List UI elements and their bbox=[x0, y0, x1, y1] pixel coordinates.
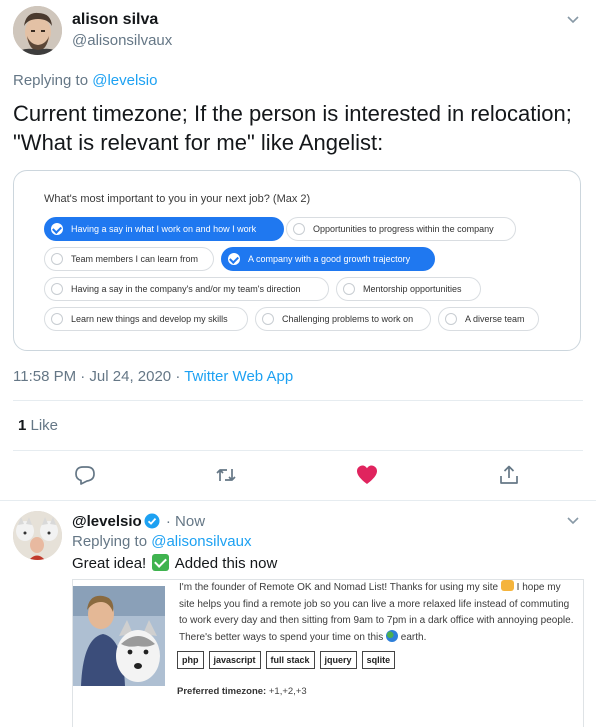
preferred-timezone: Preferred timezone: +1,+2,+3 bbox=[177, 686, 307, 697]
like-icon[interactable] bbox=[356, 464, 378, 486]
tag: php bbox=[177, 651, 204, 669]
card-question: What's most important to you in your nex… bbox=[44, 193, 311, 205]
option-label: Challenging problems to work on bbox=[282, 314, 414, 324]
option-label: Mentorship opportunities bbox=[363, 284, 462, 294]
main-tweet: alison silva @alisonsilvaux Replying to … bbox=[0, 0, 596, 500]
option-pill: A diverse team bbox=[438, 307, 539, 331]
option-label: Opportunities to progress within the com… bbox=[313, 224, 494, 234]
time-text[interactable]: 11:58 PM · Jul 24, 2020 · bbox=[13, 368, 184, 385]
avatar[interactable] bbox=[13, 6, 62, 55]
option-label: Learn new things and develop my skills bbox=[71, 314, 228, 324]
tweet-text: Current timezone; If the person is inter… bbox=[13, 101, 572, 155]
option-pill: A company with a good growth trajectory bbox=[221, 247, 435, 271]
tag-list: php javascript full stack jquery sqlite bbox=[177, 650, 400, 669]
divider bbox=[13, 400, 583, 401]
like-label: Like bbox=[26, 417, 59, 434]
option-pill: Opportunities to progress within the com… bbox=[286, 217, 516, 241]
reply-header: @levelsio · Now bbox=[72, 513, 205, 530]
source-app-link[interactable]: Twitter Web App bbox=[184, 368, 293, 385]
replying-to: Replying to @alisonsilvaux bbox=[72, 533, 252, 550]
option-pill: Challenging problems to work on bbox=[255, 307, 431, 331]
radio-icon bbox=[445, 313, 457, 325]
timestamp: 11:58 PM · Jul 24, 2020 · Twitter Web Ap… bbox=[13, 368, 293, 385]
verified-badge-icon bbox=[144, 513, 160, 529]
globe-emoji-icon bbox=[386, 629, 399, 642]
mention-link[interactable]: @alisonsilvaux bbox=[151, 533, 251, 550]
option-label: A company with a good growth trajectory bbox=[248, 254, 411, 264]
hand-emoji-icon bbox=[500, 580, 514, 591]
check-mark-icon bbox=[152, 554, 170, 571]
option-label: Team members I can learn from bbox=[71, 254, 199, 264]
tag: javascript bbox=[208, 651, 261, 669]
text-after: Added this now bbox=[171, 555, 278, 572]
option-pill: Learn new things and develop my skills bbox=[44, 307, 248, 331]
tweet-text: Great idea! Added this now bbox=[72, 554, 277, 572]
radio-icon bbox=[51, 283, 63, 295]
radio-icon bbox=[51, 253, 63, 265]
radio-icon bbox=[262, 313, 274, 325]
bio-text: I'm the founder of Remote OK and Nomad L… bbox=[179, 580, 575, 646]
reply-tweet: @levelsio · Now Replying to @alisonsilva… bbox=[0, 501, 596, 727]
replying-prefix: Replying to bbox=[72, 533, 152, 550]
bio-part: I'm the founder of Remote OK and Nomad L… bbox=[179, 582, 501, 593]
profile-photo bbox=[73, 586, 165, 686]
option-label: Having a say in the company's and/or my … bbox=[71, 284, 301, 294]
chevron-down-icon[interactable] bbox=[566, 513, 580, 527]
bio-part: earth. bbox=[398, 631, 427, 643]
author-name[interactable]: @levelsio bbox=[72, 513, 142, 530]
like-count[interactable]: 1 Like bbox=[18, 417, 58, 434]
option-label: Having a say in what I work on and how I… bbox=[71, 224, 257, 234]
option-pill: Team members I can learn from bbox=[44, 247, 214, 271]
reply-icon[interactable] bbox=[74, 464, 96, 486]
tag: full stack bbox=[265, 651, 315, 669]
replying-to: Replying to @levelsio bbox=[13, 72, 157, 89]
radio-icon bbox=[293, 223, 305, 235]
embedded-image[interactable]: What's most important to you in your nex… bbox=[13, 170, 581, 351]
text-before: Great idea! bbox=[72, 555, 151, 572]
radio-icon bbox=[343, 283, 355, 295]
tag: sqlite bbox=[361, 651, 396, 669]
embedded-image[interactable]: I'm the founder of Remote OK and Nomad L… bbox=[72, 579, 584, 727]
mention-link[interactable]: @levelsio bbox=[92, 72, 157, 89]
time-text[interactable]: Now bbox=[175, 513, 205, 530]
check-icon bbox=[228, 253, 240, 265]
author-name[interactable]: alison silva bbox=[72, 11, 158, 29]
separator: · bbox=[161, 513, 176, 530]
radio-icon bbox=[51, 313, 63, 325]
divider bbox=[13, 450, 583, 451]
tag: jquery bbox=[319, 651, 357, 669]
chevron-down-icon[interactable] bbox=[566, 12, 580, 26]
avatar[interactable] bbox=[13, 511, 62, 560]
author-handle[interactable]: @alisonsilvaux bbox=[72, 32, 172, 49]
replying-prefix: Replying to bbox=[13, 72, 93, 89]
check-icon bbox=[51, 223, 63, 235]
option-pill: Having a say in what I work on and how I… bbox=[44, 217, 284, 241]
option-label: A diverse team bbox=[465, 314, 525, 324]
option-pill: Having a say in the company's and/or my … bbox=[44, 277, 329, 301]
share-icon[interactable] bbox=[498, 464, 520, 486]
timezone-value: +1,+2,+3 bbox=[266, 686, 307, 697]
option-pill: Mentorship opportunities bbox=[336, 277, 481, 301]
timezone-label: Preferred timezone: bbox=[177, 686, 267, 697]
retweet-icon[interactable] bbox=[215, 464, 237, 486]
